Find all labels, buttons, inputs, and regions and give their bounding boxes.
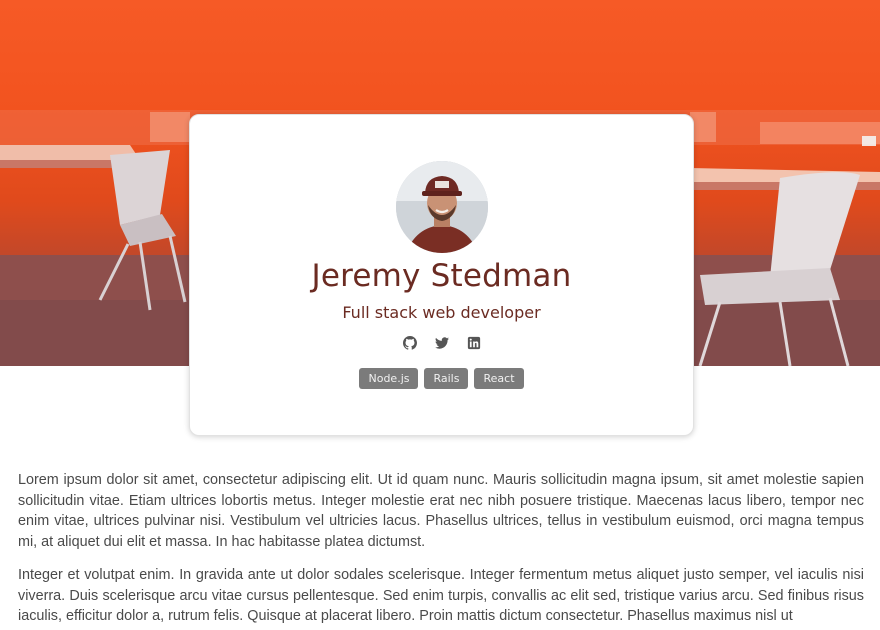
tag-nodejs[interactable]: Node.js [359, 368, 419, 389]
avatar [396, 161, 488, 253]
main-content: Lorem ipsum dolor sit amet, consectetur … [18, 470, 864, 627]
twitter-icon[interactable] [434, 336, 449, 350]
profile-title: Full stack web developer [342, 303, 541, 322]
github-icon[interactable] [402, 336, 417, 350]
profile-card: Jeremy Stedman Full stack web developer … [189, 114, 694, 436]
social-links [190, 336, 693, 350]
paragraph-2: Integer et volutpat enim. In gravida ant… [18, 567, 864, 624]
skill-tags: Node.js Rails React [190, 368, 693, 389]
tag-rails[interactable]: Rails [424, 368, 469, 389]
tag-react[interactable]: React [474, 368, 524, 389]
linkedin-icon[interactable] [467, 336, 481, 350]
paragraph-1: Lorem ipsum dolor sit amet, consectetur … [18, 472, 864, 550]
profile-name: Jeremy Stedman [311, 258, 572, 294]
